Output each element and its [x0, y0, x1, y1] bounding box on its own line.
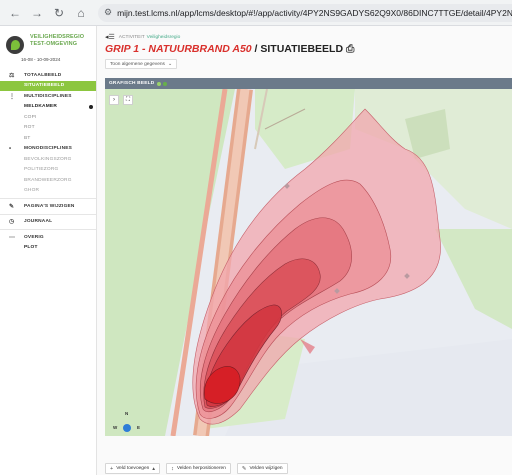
map-panel-header: GRAFISCH BEELD	[105, 78, 512, 89]
sidebar-item-label: SITUATIEBEELD	[24, 83, 65, 89]
sidebar-item-label: BT	[24, 135, 31, 141]
compass-north: N	[125, 411, 129, 416]
browser-toolbar: ← → ↻ ⌂ ⚙ mijn.test.lcms.nl/app/lcms/des…	[0, 0, 512, 26]
sidebar-item-label: OVERIG	[24, 234, 44, 240]
sidebar-divider	[0, 213, 96, 215]
kebab-icon: ⋮	[9, 93, 16, 100]
sidebar-item-situatiebeeld[interactable]: SITUATIEBEELD	[0, 80, 96, 91]
breadcrumb-prefix: ACTIVITEIT	[118, 34, 145, 40]
sidebar: VEILIGHEIDSREGIO TEST-OMGEVING 16-08 - 1…	[0, 26, 97, 475]
notification-dot-icon	[89, 104, 93, 109]
add-field-label: Veld toevoegen	[116, 466, 150, 471]
arrow-right-icon: →	[31, 5, 43, 20]
page-title-incident: GRIP 1 - NATUURBRAND A50	[105, 43, 252, 55]
sidebar-item-plot[interactable]: PLOT	[0, 243, 96, 254]
bullet-icon: •	[9, 145, 12, 152]
arrow-left-icon: ←	[9, 5, 21, 20]
sidebar-item-label: ROT	[24, 125, 35, 131]
more-icon: ⋯	[9, 234, 16, 241]
reposition-fields-button[interactable]: ↕ Velden herpositioneren	[166, 463, 231, 474]
logo-line-1: VEILIGHEIDSREGIO	[30, 34, 85, 40]
status-dot-icon	[157, 81, 162, 86]
compass-knob-icon[interactable]	[123, 424, 131, 432]
sidebar-item-politiezorg[interactable]: POLITIEZORG	[0, 165, 96, 176]
caret-up-icon: ▴	[152, 465, 156, 472]
logo-mark-icon	[6, 36, 24, 54]
sidebar-item-label: BRANDWEERZORG	[24, 177, 72, 183]
sidebar-item-label: POLITIEZORG	[24, 167, 59, 173]
sidebar-item-label: COPI	[24, 114, 37, 120]
sidebar-item-label: JOURNAAL	[24, 219, 53, 225]
menu-toggle-icon[interactable]: ◂☰	[105, 33, 115, 41]
pencil-icon: ✎	[241, 465, 247, 472]
home-button[interactable]: ⌂	[72, 4, 90, 22]
sidebar-divider	[0, 198, 96, 199]
url-text: mijn.test.lcms.nl/app/lcms/desktop/#!/ap…	[117, 7, 512, 18]
sidebar-item-paginas-wijzigen[interactable]: ✎ PAGINA'S WIJZIGEN	[0, 201, 96, 212]
fullscreen-icon: ⛶	[125, 96, 131, 103]
pencil-icon: ✎	[9, 203, 15, 210]
sidebar-item-multidisciplines[interactable]: ⋮ MULTIDISCIPLINES	[0, 91, 96, 102]
home-icon: ⌂	[77, 5, 85, 20]
page-title: GRIP 1 - NATUURBRAND A50 / SITUATIEBEELD…	[105, 43, 354, 56]
dropdown-label: Toon algemene gegevens	[110, 61, 165, 67]
sidebar-item-label: MELDKAMER	[24, 104, 57, 110]
sidebar-item-label: GHOR	[24, 188, 40, 194]
forward-button[interactable]: →	[28, 4, 46, 22]
compass-east: E	[137, 425, 141, 430]
sidebar-item-label: MULTIDISCIPLINES	[24, 93, 72, 99]
site-settings-icon[interactable]: ⚙	[104, 7, 112, 18]
sidebar-item-label: TOTAALBEELD	[24, 72, 62, 78]
reload-icon: ↻	[53, 5, 65, 20]
sidebar-item-label: PAGINA'S WIJZIGEN	[24, 203, 75, 209]
sidebar-item-bevolkingszorg[interactable]: BEVOLKINGSZORG	[0, 154, 96, 165]
sidebar-item-meldkamer[interactable]: MELDKAMER	[0, 102, 96, 113]
sidebar-item-bt[interactable]: BT	[0, 133, 96, 144]
sidebar-item-label: MONODISCIPLINES	[24, 146, 73, 152]
map-menu-button[interactable]: ›	[109, 95, 119, 105]
general-data-dropdown[interactable]: Toon algemene gegevens ⌄	[105, 59, 178, 69]
move-vertical-icon: ↕	[171, 465, 174, 472]
map-panel-title: GRAFISCH BEELD	[109, 81, 155, 86]
reload-button[interactable]: ↻	[50, 4, 68, 22]
sidebar-item-totaalbeeld[interactable]: ⚖ TOTAALBEELD	[0, 70, 96, 81]
balance-icon: ⚖	[9, 72, 15, 79]
sidebar-item-ghor[interactable]: GHOR	[0, 186, 96, 197]
incident-date: 16-08 - 10-09-2024	[21, 57, 61, 62]
reposition-label: Velden herpositioneren	[176, 466, 226, 471]
sidebar-item-monodisciplines[interactable]: • MONODISCIPLINES	[0, 144, 96, 155]
clock-icon: ◷	[9, 219, 15, 226]
logo-line-2: TEST-OMGEVING	[30, 41, 78, 47]
sidebar-item-brandweerzorg[interactable]: BRANDWEERZORG	[0, 175, 96, 186]
main-content: ◂☰ ACTIVITEIT Veiligheidsregio GRIP 1 - …	[97, 26, 512, 475]
plus-icon: +	[110, 465, 114, 472]
page-title-section: SITUATIEBEELD	[260, 43, 344, 55]
sidebar-item-label: PLOT	[24, 245, 38, 251]
breadcrumb-link[interactable]: Veiligheidsregio	[147, 35, 181, 40]
sidebar-item-label: BEVOLKINGSZORG	[24, 156, 72, 162]
edit-fields-label: Velden wijzigen	[249, 466, 283, 471]
sidebar-item-overig[interactable]: ⋯ OVERIG	[0, 232, 96, 243]
chevron-down-icon: ⌄	[167, 61, 173, 67]
back-button[interactable]: ←	[6, 4, 24, 22]
sidebar-item-rot[interactable]: ROT	[0, 123, 96, 134]
print-icon[interactable]: ⎙	[346, 43, 354, 55]
fullscreen-button[interactable]: ⛶	[123, 95, 133, 105]
address-bar[interactable]: ⚙ mijn.test.lcms.nl/app/lcms/desktop/#!/…	[98, 3, 512, 22]
sidebar-item-journaal[interactable]: ◷ JOURNAAL	[0, 217, 96, 228]
field-toolbar: + Veld toevoegen ▴ ↕ Velden herpositione…	[105, 463, 288, 474]
sidebar-item-copi[interactable]: COPI	[0, 112, 96, 123]
chevron-right-icon: ›	[113, 97, 115, 103]
add-field-button[interactable]: + Veld toevoegen ▴	[105, 463, 161, 474]
compass-west: W	[113, 425, 118, 430]
situation-map[interactable]: › ⛶ N W E Z	[105, 89, 512, 436]
map-canvas	[105, 89, 512, 436]
edit-fields-button[interactable]: ✎ Velden wijzigen	[236, 463, 288, 474]
breadcrumb: ◂☰ ACTIVITEIT Veiligheidsregio	[105, 33, 180, 41]
logo[interactable]: VEILIGHEIDSREGIO TEST-OMGEVING 16-08 - 1…	[0, 26, 96, 70]
sidebar-divider	[0, 229, 96, 230]
compass-control[interactable]: N W E Z	[113, 411, 141, 436]
status-dot-icon	[163, 81, 168, 86]
